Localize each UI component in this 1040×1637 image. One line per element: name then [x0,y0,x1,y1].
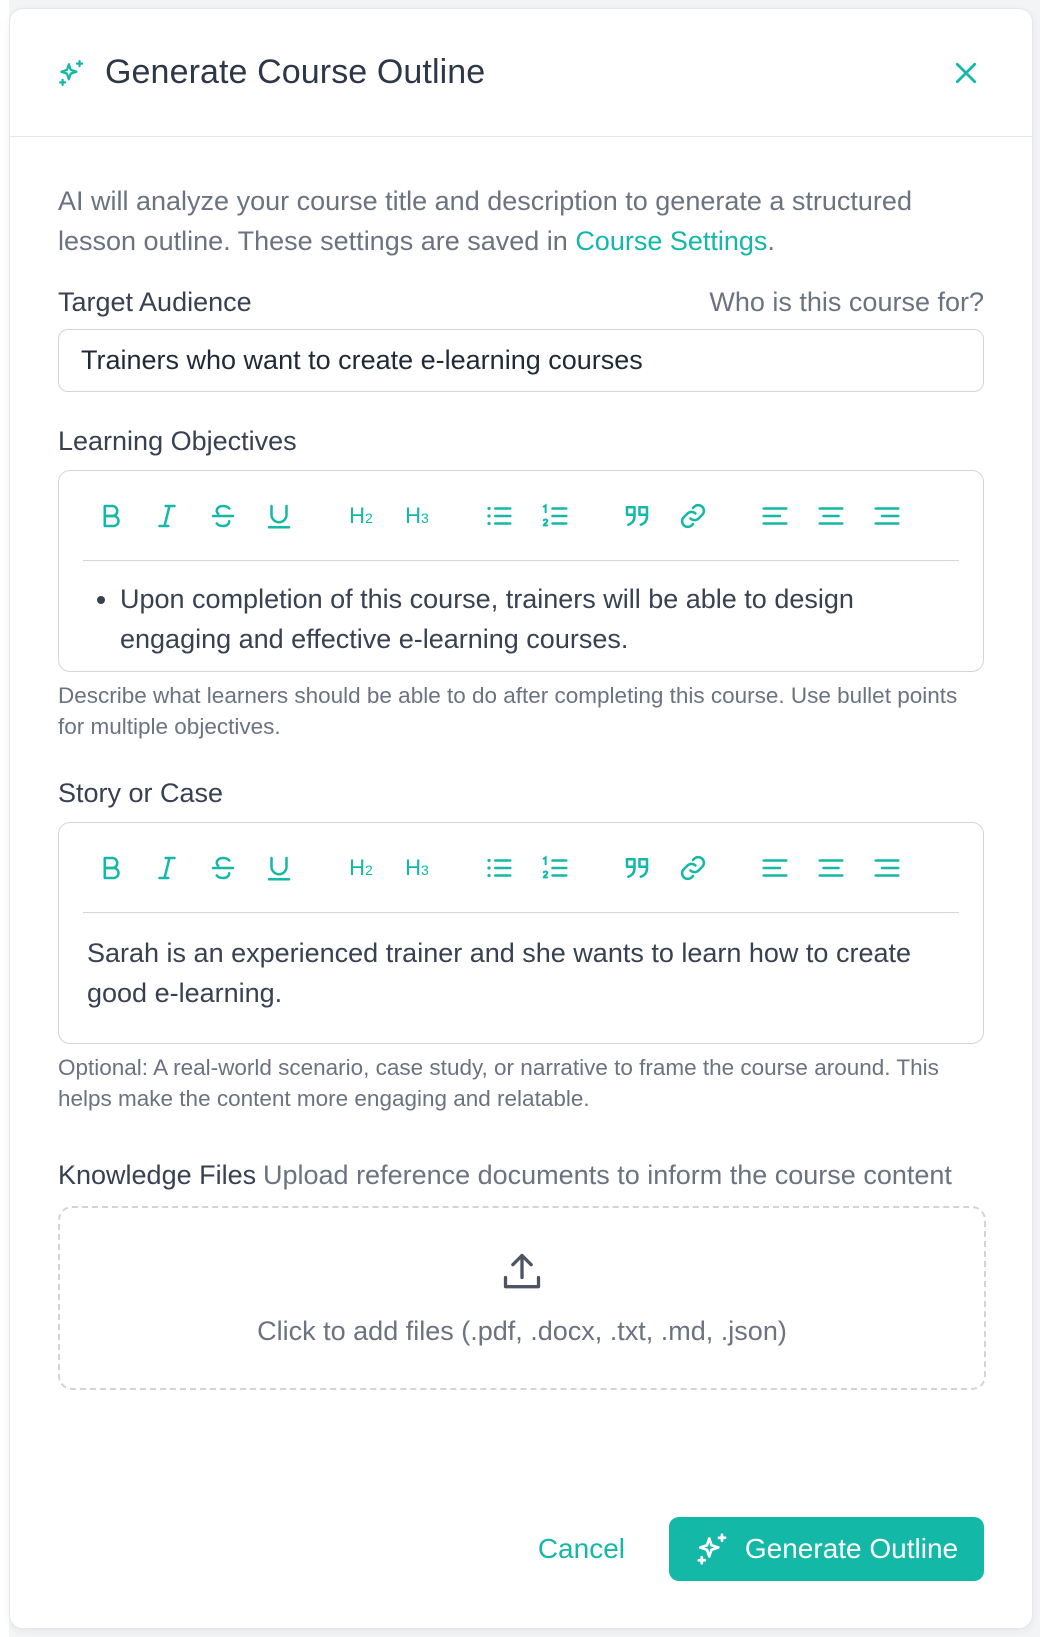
story-content: Sarah is an experienced trainer and she … [87,938,911,1008]
sparkles-icon [695,1531,731,1567]
bullet-list-icon [487,506,512,525]
align-right-button[interactable] [871,500,903,532]
bold-icon [103,504,120,527]
knowledge-files-row: Knowledge Files Upload reference documen… [58,1156,984,1195]
align-left-button[interactable] [759,500,791,532]
align-left-icon [762,506,788,525]
italic-icon [158,504,176,527]
objectives-list: Upon completion of this course, trainers… [83,561,959,671]
story-editor[interactable]: H2 H3 Sarah is an experienced trainer an… [58,822,984,1044]
target-audience-input[interactable]: Trainers who want to create e-learning c… [58,329,984,392]
align-center-button[interactable] [815,852,847,884]
target-audience-hint: Who is this course for? [709,287,984,317]
heading2-button[interactable]: H2 [345,852,377,884]
strikethrough-icon [211,856,235,879]
story-label: Story or Case [58,778,224,808]
bold-icon [103,856,120,879]
underline-button[interactable] [263,500,295,532]
align-center-icon [818,858,844,877]
align-right-icon [874,506,900,525]
quote-icon [625,505,649,526]
generate-outline-modal: Generate Course Outline AI will analyze … [9,8,1033,1629]
list-item: Upon completion of this course, trainers… [120,579,959,659]
bullet-list-icon [487,858,512,877]
underline-icon [267,856,291,880]
quote-icon [625,857,649,878]
underline-button[interactable] [263,852,295,884]
story-helper: Optional: A real-world scenario, case st… [58,1055,939,1111]
modal-footer: Cancel Generate Outline [538,1517,984,1581]
intro-text: AI will analyze your course title and de… [58,186,912,256]
modal-title: Generate Course Outline [105,53,486,91]
knowledge-files-description: Upload reference documents to inform the… [263,1160,952,1190]
generate-outline-button[interactable]: Generate Outline [669,1517,984,1581]
quote-button[interactable] [621,852,653,884]
bold-button[interactable] [95,500,127,532]
link-button[interactable] [677,500,709,532]
learning-objectives-editor[interactable]: H2 H3 Upon completion of this course, tr… [58,470,984,672]
heading3-button[interactable]: H3 [401,852,433,884]
learning-objectives-label: Learning Objectives [58,426,297,456]
bullet-list-button[interactable] [483,852,515,884]
heading2-icon: H2 [349,502,373,528]
heading2-button[interactable]: H2 [345,500,377,532]
ordered-list-icon [542,503,568,526]
course-settings-link[interactable]: Course Settings [575,226,767,256]
editor-toolbar: H2 H3 [83,471,959,561]
italic-button[interactable] [151,852,183,884]
bold-button[interactable] [95,852,127,884]
ordered-list-icon [542,855,568,878]
modal-body: AI will analyze your course title and de… [10,181,1032,1390]
link-icon [680,503,706,528]
learning-objectives-helper: Describe what learners should be able to… [58,683,958,739]
align-right-button[interactable] [871,852,903,884]
italic-button[interactable] [151,500,183,532]
editor-toolbar: H2 H3 [83,823,959,913]
strikethrough-button[interactable] [207,852,239,884]
align-left-button[interactable] [759,852,791,884]
heading3-icon: H3 [405,502,429,528]
align-left-icon [762,858,788,877]
align-center-button[interactable] [815,500,847,532]
link-icon [680,855,706,880]
link-button[interactable] [677,852,709,884]
knowledge-files-label: Knowledge Files [58,1160,257,1190]
quote-button[interactable] [621,500,653,532]
file-dropzone[interactable]: Click to add files (.pdf, .docx, .txt, .… [58,1206,986,1390]
background-page [0,0,9,1637]
underline-icon [267,504,291,528]
heading3-button[interactable]: H3 [401,500,433,532]
align-center-icon [818,506,844,525]
dropzone-text: Click to add files (.pdf, .docx, .txt, .… [257,1315,787,1346]
ordered-list-button[interactable] [539,500,571,532]
target-audience-label-row: Target Audience Who is this course for? [58,287,984,318]
modal-header: Generate Course Outline [10,9,1032,137]
target-audience-label: Target Audience [58,287,252,317]
italic-icon [158,856,176,879]
bullet-list-button[interactable] [483,500,515,532]
sparkles-icon [57,58,87,88]
close-button[interactable] [948,55,984,91]
strikethrough-icon [211,504,235,527]
upload-icon [500,1250,544,1294]
close-icon [955,62,977,83]
strikethrough-button[interactable] [207,500,239,532]
cancel-button[interactable]: Cancel [538,1533,625,1565]
ordered-list-button[interactable] [539,852,571,884]
align-right-icon [874,858,900,877]
heading3-icon: H3 [405,854,429,880]
generate-outline-label: Generate Outline [744,1533,959,1564]
heading2-icon: H2 [349,854,373,880]
